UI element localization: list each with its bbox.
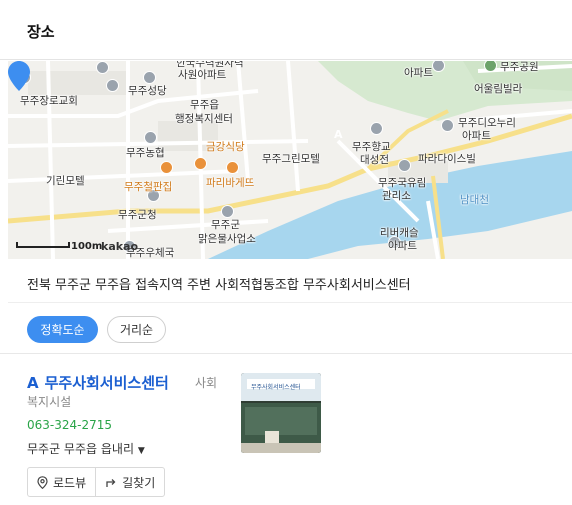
poi-cathedral-icon[interactable] bbox=[106, 79, 119, 92]
address-prefix: 전북 무주군 무주읍 접속지역 주변 bbox=[27, 278, 211, 293]
result-address[interactable]: 무주군 무주읍 읍내리 ▼ bbox=[27, 440, 145, 457]
map-label: 기린모텔 bbox=[46, 175, 85, 187]
result-letter: A bbox=[27, 374, 39, 392]
panel-title: 장소 bbox=[27, 23, 55, 41]
poi-restaurant-icon-2[interactable] bbox=[160, 161, 173, 174]
map-label: 무주철판집 bbox=[124, 181, 173, 193]
poi-apartment-icon[interactable] bbox=[143, 71, 156, 84]
map-pin-icon bbox=[37, 475, 48, 489]
result-address-text: 무주군 무주읍 읍내리 bbox=[27, 442, 134, 456]
pin-letter: A bbox=[334, 128, 343, 141]
map-view[interactable]: 한국수력원자력 사원아파트 무주성당 무주읍 행정복지센터 무주장로교회 무주농… bbox=[8, 61, 572, 259]
map-label: 한국수력원자력 bbox=[176, 61, 244, 69]
place-panel: 장소 한국수력원자력 사원아파트 무주성당 무주읍 행정복지센터 무주장로교회 … bbox=[0, 0, 572, 505]
map-label: 무주디오누리 bbox=[458, 117, 516, 129]
map-label: 어울림빌라 bbox=[474, 83, 523, 95]
map-label: 무주그린모텔 bbox=[262, 153, 320, 165]
poi-bakery-icon[interactable] bbox=[226, 161, 239, 174]
directions-button[interactable]: 길찾기 bbox=[95, 468, 164, 496]
map-label: 파라다이스빌 bbox=[418, 153, 476, 165]
map-label: 행정복지센터 bbox=[175, 113, 233, 125]
location-pin-icon[interactable] bbox=[8, 61, 30, 91]
roadview-label: 로드뷰 bbox=[53, 475, 87, 490]
result-phone: 063-324-2715 bbox=[27, 418, 113, 432]
map-label: 무주향교 bbox=[352, 141, 391, 153]
poi-building-icon[interactable] bbox=[96, 61, 109, 74]
address-highlight: 사회적협동조합 무주사회서비스센터 bbox=[215, 278, 411, 293]
map-label: 무주군 bbox=[211, 219, 240, 231]
poi-apartment-icon-3[interactable] bbox=[441, 119, 454, 132]
map-label: 무주성당 bbox=[128, 85, 167, 97]
map-label: 아파트 bbox=[388, 240, 417, 252]
map-label: 대성전 bbox=[360, 154, 389, 166]
map-label: 아파트 bbox=[462, 130, 491, 142]
poi-bank-icon[interactable] bbox=[144, 131, 157, 144]
poi-restaurant-icon[interactable] bbox=[194, 157, 207, 170]
place-thumbnail[interactable]: 무주사회서비스센터 bbox=[241, 373, 321, 453]
poi-facility-icon[interactable] bbox=[221, 205, 234, 218]
chevron-down-icon: ▼ bbox=[137, 446, 145, 456]
map-label: 관리소 bbox=[382, 190, 411, 202]
thumbnail-sign-text: 무주사회서비스센터 bbox=[251, 384, 301, 391]
map-scale-label: 100m bbox=[71, 241, 103, 252]
map-brand: kakao bbox=[101, 240, 139, 253]
map-label: 무주장로교회 bbox=[20, 95, 78, 107]
location-address: 전북 무주군 무주읍 접속지역 주변 사회적협동조합 무주사회서비스센터 bbox=[27, 274, 411, 293]
section-divider bbox=[0, 353, 572, 354]
directions-label: 길찾기 bbox=[122, 475, 156, 490]
map-label: 무주국유림 bbox=[378, 177, 427, 189]
sort-distance-button[interactable]: 거리순 bbox=[107, 316, 166, 343]
map-label: 무주군청 bbox=[118, 209, 157, 221]
map-label: 사원아파트 bbox=[178, 69, 227, 81]
result-actions: 로드뷰 길찾기 bbox=[27, 467, 166, 497]
map-label: 금강식당 bbox=[206, 141, 245, 153]
river-label: 남대천 bbox=[460, 194, 489, 206]
map-label: 맑은물사업소 bbox=[198, 233, 256, 245]
map-label: 무주공원 bbox=[500, 61, 539, 73]
result-category-cont: 복지시설 bbox=[27, 395, 72, 409]
map-scale-bar bbox=[16, 242, 70, 248]
map-label: 리버캐슬 bbox=[380, 227, 419, 239]
directions-arrow-icon bbox=[106, 479, 116, 487]
map-label: 파리바게뜨 bbox=[206, 177, 255, 189]
panel-header: 장소 bbox=[0, 0, 572, 60]
map-label: 아파트 bbox=[404, 67, 433, 79]
sort-accuracy-button[interactable]: 정확도순 bbox=[27, 316, 98, 343]
poi-shrine-icon[interactable] bbox=[370, 122, 383, 135]
map-label: 무주읍 bbox=[190, 99, 219, 111]
roadview-button[interactable]: 로드뷰 bbox=[28, 468, 95, 496]
divider bbox=[8, 302, 572, 303]
result-name: 무주사회서비스센터 bbox=[44, 374, 169, 392]
result-title-link[interactable]: A 무주사회서비스센터 bbox=[27, 372, 169, 393]
map-label: 무주농협 bbox=[126, 147, 165, 159]
result-category: 사회 bbox=[195, 376, 218, 390]
poi-residence-icon[interactable] bbox=[398, 159, 411, 172]
